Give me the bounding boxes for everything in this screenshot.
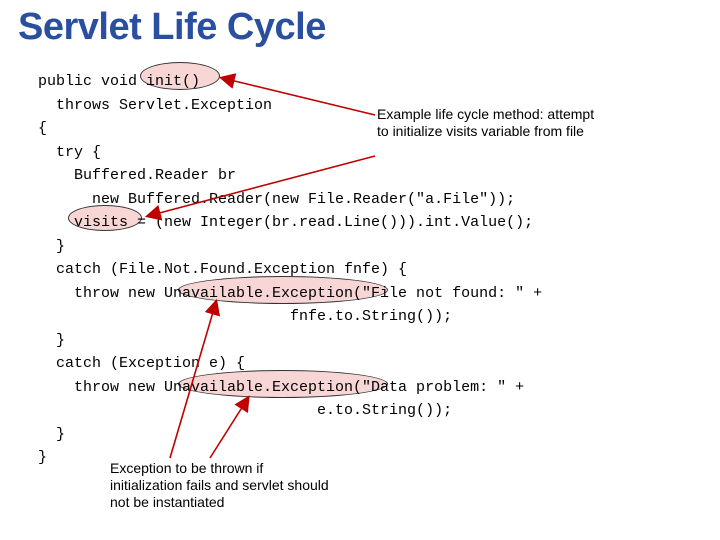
code-line: e.to.String()); [38, 402, 452, 419]
code-line: } [38, 426, 65, 443]
code-line: catch (File.Not.Found.Exception fnfe) { [38, 261, 407, 278]
code-line: throw new Unavailable.Exception("File no… [38, 285, 542, 302]
page-title: Servlet Life Cycle [18, 6, 326, 49]
code-line: catch (Exception e) { [38, 355, 245, 372]
annotation-bottom: Exception to be thrown if initialization… [110, 460, 330, 511]
code-line: visits = (new Integer(br.read.Line())).i… [38, 214, 533, 231]
annotation-top: Example life cycle method: attempt to in… [377, 106, 607, 140]
code-line: Buffered.Reader br [38, 167, 236, 184]
code-line: fnfe.to.String()); [38, 308, 452, 325]
code-line: { [38, 120, 47, 137]
code-line: public void init() [38, 73, 200, 90]
code-line: } [38, 332, 65, 349]
code-line: new Buffered.Reader(new File.Reader("a.F… [38, 191, 515, 208]
code-line: throw new Unavailable.Exception("Data pr… [38, 379, 524, 396]
code-line: } [38, 238, 65, 255]
code-line: try { [38, 144, 101, 161]
code-line: throws Servlet.Exception [38, 97, 272, 114]
code-line: } [38, 449, 47, 466]
